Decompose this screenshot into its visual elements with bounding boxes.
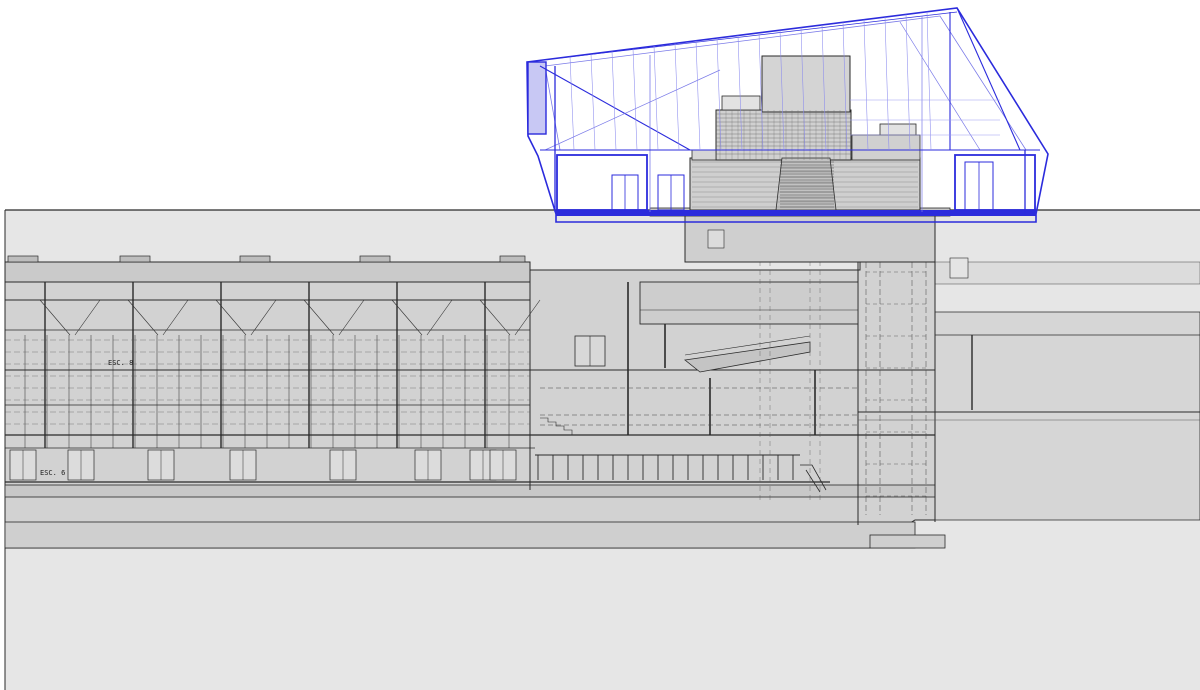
central-tower xyxy=(649,55,951,263)
right-upper-band xyxy=(934,261,1200,285)
roof-mullion xyxy=(695,40,701,151)
skylight xyxy=(239,255,271,263)
pavilion-ridge xyxy=(559,11,958,59)
skylight xyxy=(499,255,526,263)
tower-stair-core xyxy=(775,157,837,211)
tower-top xyxy=(761,55,851,113)
pavilion-diagonal-a xyxy=(539,65,691,151)
skylight xyxy=(7,255,39,263)
roof-mullion xyxy=(632,48,638,151)
roof-mullion xyxy=(653,46,659,151)
hall-roof-slab xyxy=(4,261,531,283)
right-tunnel xyxy=(934,311,1200,521)
pavilion-room-right xyxy=(954,154,1036,211)
pavilion-room-left xyxy=(556,154,648,211)
escalator-upper-label: ESC. 8 xyxy=(108,359,133,367)
architectural-section-svg: ESC. 8 ESC. 6 xyxy=(4,7,1200,690)
tower-left-step xyxy=(691,149,717,161)
foundation-step xyxy=(869,534,946,549)
right-vent xyxy=(949,257,969,279)
roof-mullion xyxy=(674,43,680,151)
roof-mullion xyxy=(569,56,575,151)
roof-mullion xyxy=(590,53,596,151)
shaft-a xyxy=(707,229,725,249)
tower-parapet-left xyxy=(721,95,761,111)
station-structure xyxy=(4,227,1200,549)
roof-mullion xyxy=(863,19,869,151)
section-drawing: ESC. 8 ESC. 6 xyxy=(0,0,1200,690)
mezzanine-box xyxy=(639,281,859,325)
escalator-lower-label: ESC. 6 xyxy=(40,469,65,477)
lower-slab xyxy=(4,484,936,498)
roof-mullion xyxy=(926,11,932,151)
skylight xyxy=(359,255,391,263)
roof-mullion xyxy=(611,51,617,151)
pavilion-left-panel xyxy=(527,61,547,135)
base-slab xyxy=(4,521,916,549)
skylight xyxy=(119,255,151,263)
